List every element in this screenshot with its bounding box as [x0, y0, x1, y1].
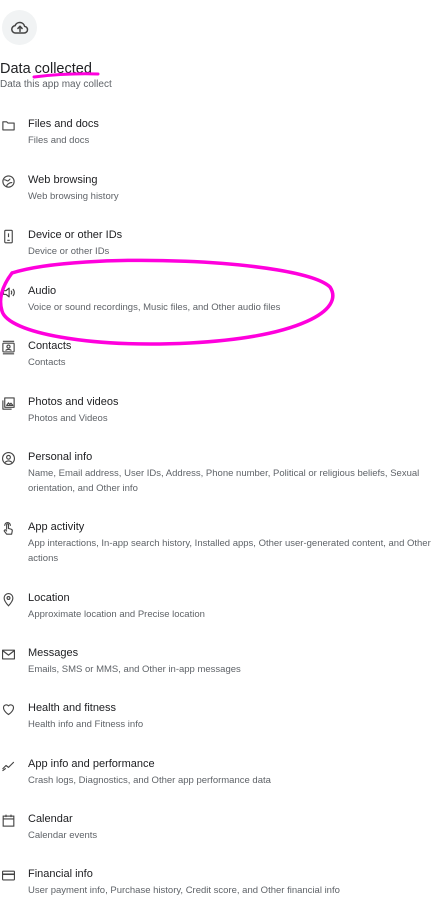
data-type-label: Files and docs [28, 118, 99, 130]
section-subtitle: Data this app may collect [0, 79, 112, 90]
folder-icon [0, 117, 16, 133]
data-type-description: Approximate location and Precise locatio… [28, 609, 205, 620]
cloud-upload-icon [10, 21, 28, 34]
data-type-description: App interactions, In-app search history,… [28, 538, 431, 564]
data-type-label: Web browsing [28, 174, 98, 186]
data-type-description: User payment info, Purchase history, Cre… [28, 885, 340, 896]
data-type-description: Web browsing history [28, 191, 119, 202]
data-type-label: Health and fitness [28, 702, 117, 714]
data-type-description: Calendar events [28, 830, 98, 841]
data-type-description: Health info and Fitness info [28, 719, 144, 730]
data-type-label: Device or other IDs [28, 229, 123, 241]
data-type-description: Photos and Videos [28, 413, 108, 424]
data-type-label: Messages [28, 647, 79, 659]
location-pin-icon [0, 591, 16, 607]
data-type-description: Files and docs [28, 135, 90, 146]
data-type-label: App activity [28, 521, 85, 533]
device-icon [0, 228, 16, 244]
credit-card-icon [0, 867, 16, 883]
data-type-label: Calendar [28, 813, 73, 825]
data-type-description: Crash logs, Diagnostics, and Other app p… [28, 775, 271, 786]
heart-icon [0, 701, 16, 717]
data-type-label: Financial info [28, 868, 93, 880]
person-icon [0, 450, 16, 466]
cloud-upload-button[interactable] [2, 10, 37, 45]
mail-icon [0, 646, 16, 662]
data-type-description: Contacts [28, 357, 66, 368]
touch-icon [0, 520, 16, 536]
data-type-label: App info and performance [28, 758, 155, 770]
data-type-label: Personal info [28, 451, 93, 463]
performance-icon [0, 757, 16, 773]
data-type-description: Name, Email address, User IDs, Address, … [28, 468, 420, 494]
data-type-description: Emails, SMS or MMS, and Other in-app mes… [28, 664, 241, 675]
data-type-label: Location [28, 592, 70, 604]
globe-icon [0, 173, 16, 189]
image-icon [0, 395, 16, 411]
annotation-ellipse [0, 258, 335, 346]
calendar-icon [0, 812, 16, 828]
data-type-label: Photos and videos [28, 396, 119, 408]
